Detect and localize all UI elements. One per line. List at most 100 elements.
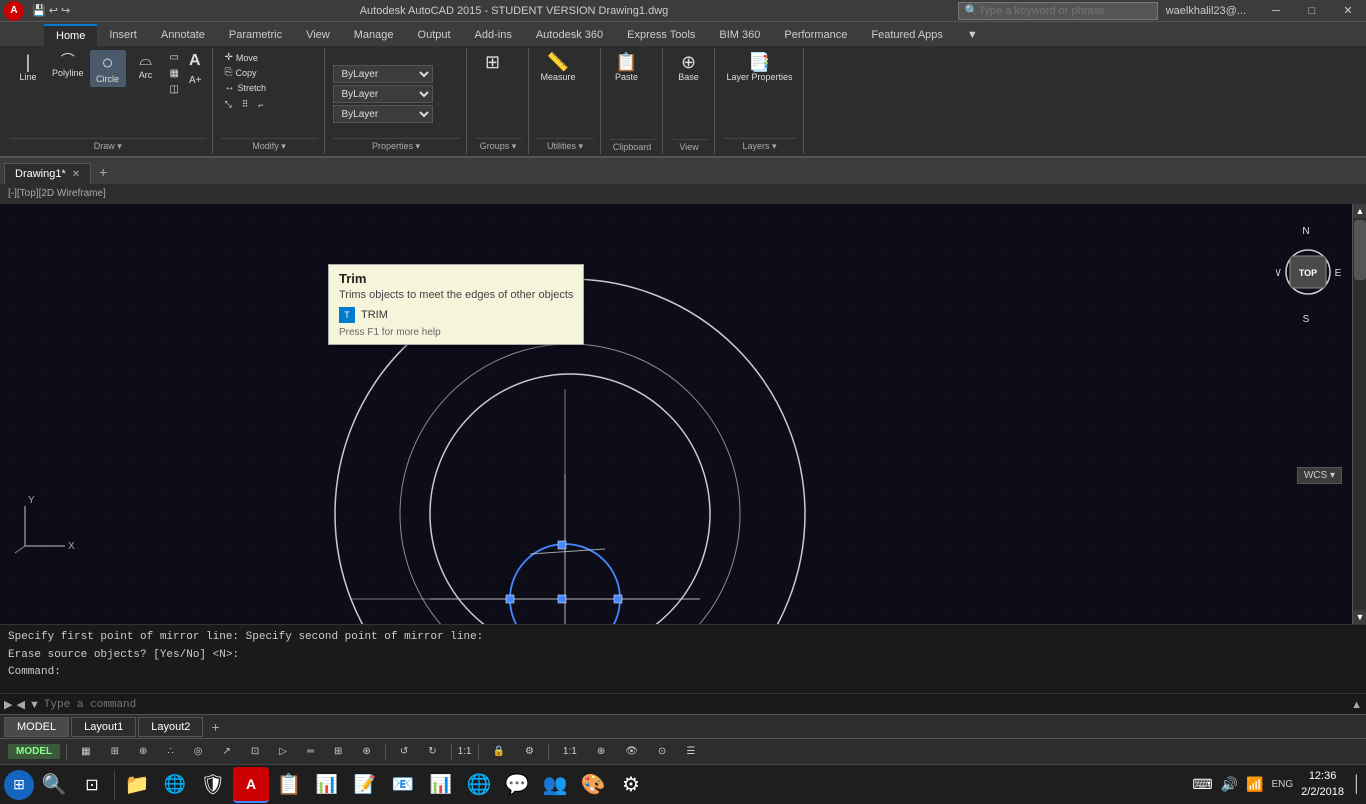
tab-bim360[interactable]: BIM 360	[707, 24, 772, 46]
tab-performance[interactable]: Performance	[772, 24, 859, 46]
otrack-btn[interactable]: ↗	[214, 744, 238, 759]
lang-label[interactable]: ENG	[1272, 779, 1294, 790]
linetype-select[interactable]: ByLayer	[333, 85, 433, 103]
stretch-btn[interactable]: ↔ Stretch	[221, 80, 271, 95]
model-status-btn[interactable]: MODEL	[8, 744, 60, 759]
cmd-scroll-left[interactable]: ◀	[16, 698, 24, 711]
skype-btn[interactable]: 💬	[499, 767, 535, 803]
ortho-btn[interactable]: ⊕	[131, 744, 155, 759]
fillet-btn[interactable]: ⌐	[254, 97, 267, 112]
osnap-btn[interactable]: ◎	[186, 744, 211, 759]
tab-featuredapps[interactable]: Featured Apps	[859, 24, 955, 46]
excel-btn[interactable]: 📊	[309, 767, 345, 803]
navigation-compass[interactable]: N S E W TOP	[1276, 224, 1346, 324]
network-icon[interactable]: 📶	[1246, 776, 1263, 793]
layer-props-btn[interactable]: 📑 Layer Properties	[723, 50, 797, 85]
rectangle-btn[interactable]: ▭	[166, 50, 183, 65]
scroll-up-btn[interactable]: ▲	[1353, 204, 1366, 218]
powerpoint-btn[interactable]: 📊	[423, 767, 459, 803]
tab-annotate[interactable]: Annotate	[149, 24, 217, 46]
search-input[interactable]	[978, 5, 1118, 17]
close-btn[interactable]: ✕	[1330, 0, 1366, 22]
add-layout-btn[interactable]: +	[205, 719, 225, 735]
drawing-tab[interactable]: Drawing1* ✕	[4, 163, 91, 184]
vscrollbar[interactable]: ▲ ▼	[1352, 204, 1366, 624]
new-tab-btn[interactable]: +	[91, 160, 115, 184]
copy-btn[interactable]: ⎘ Copy	[221, 65, 261, 80]
canvas-area[interactable]: Trim Trims objects to meet the edges of …	[0, 204, 1366, 624]
dyn-btn[interactable]: ▷	[271, 744, 295, 759]
circle-btn[interactable]: ○ Circle	[90, 50, 126, 87]
line-btn[interactable]: | Line	[10, 50, 46, 85]
settings-btn[interactable]: ⚙	[517, 744, 542, 759]
tab-manage[interactable]: Manage	[342, 24, 406, 46]
tab-parametric[interactable]: Parametric	[217, 24, 294, 46]
drawing-tab-close[interactable]: ✕	[72, 169, 80, 180]
color-select[interactable]: ByLayer	[333, 65, 433, 83]
tab-expresstools[interactable]: Express Tools	[615, 24, 707, 46]
paste-btn[interactable]: 📋 Paste	[609, 50, 645, 85]
outlook-btn[interactable]: 📧	[385, 767, 421, 803]
tab-insert[interactable]: Insert	[97, 24, 149, 46]
settings-taskbar-btn[interactable]: ⚙	[613, 767, 649, 803]
layout1-tab[interactable]: Layout1	[71, 717, 136, 737]
tab-output[interactable]: Output	[406, 24, 463, 46]
vscroll-thumb[interactable]	[1354, 220, 1366, 280]
word-btn[interactable]: 📝	[347, 767, 383, 803]
tab-more[interactable]: ▼	[955, 24, 990, 46]
model-tab[interactable]: MODEL	[4, 717, 69, 737]
array-btn[interactable]: ⠿	[238, 97, 253, 112]
snap-btn[interactable]: ⊞	[103, 744, 127, 759]
chrome-btn[interactable]: 🌐	[461, 767, 497, 803]
scale-btn[interactable]: ⤡	[221, 97, 236, 112]
defender-btn[interactable]: 🛡	[195, 767, 231, 803]
zoom-btn[interactable]: 1:1	[555, 744, 585, 759]
base-btn[interactable]: ⊕ Base	[671, 50, 707, 85]
layout2-tab[interactable]: Layout2	[138, 717, 203, 737]
maximize-btn[interactable]: □	[1294, 0, 1330, 22]
edge-btn[interactable]: 🌐	[157, 767, 193, 803]
ducs-btn[interactable]: ⊡	[243, 744, 267, 759]
file-explorer-btn[interactable]: 📁	[119, 767, 155, 803]
grid-display-btn[interactable]: ▦	[73, 744, 98, 759]
tab-view[interactable]: View	[294, 24, 342, 46]
cmd-dropdown[interactable]: ▼	[29, 699, 40, 711]
tab-home[interactable]: Home	[44, 24, 97, 46]
volume-icon[interactable]: 🔊	[1221, 776, 1238, 793]
text-btn[interactable]: A	[185, 50, 206, 72]
measure-btn[interactable]: 📏 Measure	[537, 50, 580, 85]
polyline-btn[interactable]: ⌒ Polyline	[48, 50, 88, 81]
toolbar-btn[interactable]: ☰	[678, 744, 703, 759]
onenote-btn[interactable]: 📋	[271, 767, 307, 803]
qp-btn[interactable]: ⊕	[354, 744, 378, 759]
lock-btn[interactable]: 🔒	[485, 744, 513, 759]
start-btn[interactable]: ⊞	[4, 770, 34, 800]
hatch-btn[interactable]: ▦	[166, 66, 183, 81]
tab-autodesk360[interactable]: Autodesk 360	[524, 24, 615, 46]
command-input[interactable]	[44, 699, 1347, 711]
arc-btn[interactable]: ⌓ Arc	[128, 50, 164, 83]
scroll-down-btn[interactable]: ▼	[1353, 610, 1366, 624]
photoshop-btn[interactable]: 🎨	[575, 767, 611, 803]
search-box[interactable]: 🔍	[958, 2, 1158, 20]
redo-status-btn[interactable]: ↻	[420, 744, 444, 759]
tab-addins[interactable]: Add-ins	[463, 24, 524, 46]
search-taskbar-btn[interactable]: 🔍	[36, 767, 72, 803]
lw-btn[interactable]: ═	[299, 744, 322, 759]
task-view-btn[interactable]: ⊡	[74, 767, 110, 803]
autocad-taskbar-btn[interactable]: A	[233, 767, 269, 803]
move-btn[interactable]: ✛ Move	[221, 50, 262, 65]
anno-visibility-btn[interactable]: 👁	[617, 744, 646, 759]
polar-btn[interactable]: ∴	[159, 744, 181, 759]
cmd-scroll-right[interactable]: ▲	[1351, 699, 1362, 711]
minimize-btn[interactable]: ─	[1258, 0, 1294, 22]
isolate-btn[interactable]: ⊙	[650, 744, 674, 759]
mtext-btn[interactable]: A+	[185, 73, 206, 88]
group-btn[interactable]: ⊞	[475, 50, 511, 74]
gradient-btn[interactable]: ◫	[166, 82, 183, 97]
show-desktop-btn[interactable]: │	[1352, 776, 1362, 794]
tpmode-btn[interactable]: ⊞	[326, 744, 350, 759]
teams-btn[interactable]: 👥	[537, 767, 573, 803]
lineweight-select[interactable]: ByLayer	[333, 105, 433, 123]
annotate-scale-btn[interactable]: ⊕	[589, 744, 613, 759]
